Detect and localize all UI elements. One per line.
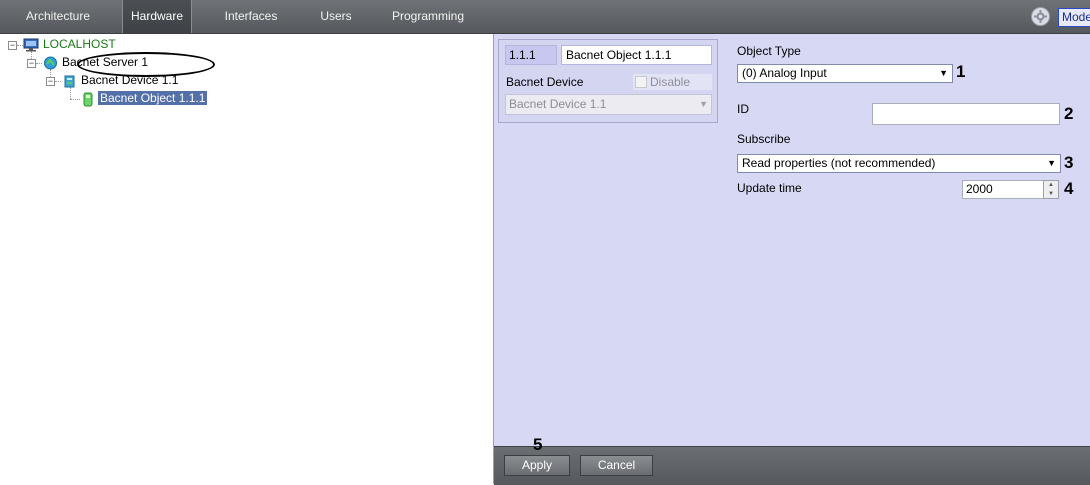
subscribe-label: Subscribe <box>737 132 791 146</box>
update-time-label: Update time <box>737 181 802 195</box>
spin-down-icon[interactable]: ▼ <box>1044 190 1058 198</box>
object-id-field[interactable]: 1.1.1 <box>505 45 557 65</box>
hardware-tree <box>0 34 494 484</box>
subscribe-value: Read properties (not recommended) <box>742 156 936 170</box>
annotation-number-4: 4 <box>1064 179 1074 198</box>
tree-connector <box>70 99 80 100</box>
object-name-field[interactable]: Bacnet Object 1.1.1 <box>561 45 712 65</box>
highlight-oval <box>77 52 215 77</box>
cancel-button[interactable]: Cancel <box>580 455 653 476</box>
bacnet-device-icon <box>62 74 77 92</box>
object-type-select[interactable]: (0) Analog Input ▼ <box>737 64 953 83</box>
dropdown-arrow-icon: ▼ <box>699 99 708 109</box>
disable-label: Disable <box>650 75 691 89</box>
spin-up-icon[interactable]: ▲ <box>1044 181 1058 189</box>
annotation-number-3: 3 <box>1064 153 1074 172</box>
computer-icon <box>23 38 39 55</box>
annotation-number-2: 2 <box>1064 104 1074 123</box>
settings-gear-icon[interactable] <box>1031 7 1050 26</box>
bacnet-server-icon <box>43 56 58 73</box>
bacnet-device-select[interactable]: Bacnet Device 1.1 ▼ <box>505 94 712 115</box>
disable-checkbox[interactable] <box>635 76 647 88</box>
bacnet-device-value: Bacnet Device 1.1 <box>509 97 607 111</box>
object-type-label: Object Type <box>737 44 801 58</box>
update-time-input[interactable]: 2000 <box>962 180 1044 199</box>
id-label: ID <box>737 102 749 116</box>
bacnet-object-icon <box>82 92 94 110</box>
collapse-icon[interactable]: − <box>27 59 36 68</box>
tab-users[interactable]: Users <box>314 0 358 33</box>
collapse-icon[interactable]: − <box>8 41 17 50</box>
mode-button[interactable]: Mode <box>1058 8 1090 27</box>
dropdown-arrow-icon: ▼ <box>939 68 948 78</box>
tab-interfaces[interactable]: Interfaces <box>218 0 284 33</box>
tree-node-localhost[interactable]: LOCALHOST <box>43 37 116 51</box>
top-navigation-bar: Architecture Hardware Interfaces Users P… <box>0 0 1090 34</box>
annotation-number-1: 1 <box>956 62 966 81</box>
dropdown-arrow-icon: ▼ <box>1047 158 1056 168</box>
bacnet-device-label: Bacnet Device <box>506 75 584 89</box>
id-input[interactable] <box>872 103 1060 125</box>
tab-programming[interactable]: Programming <box>390 0 466 33</box>
collapse-icon[interactable]: − <box>46 77 55 86</box>
annotation-number-5: 5 <box>533 435 543 454</box>
update-time-spinner[interactable]: ▲ ▼ <box>1043 180 1059 199</box>
subscribe-select[interactable]: Read properties (not recommended) ▼ <box>737 154 1061 173</box>
tree-connector <box>55 81 61 82</box>
tab-hardware[interactable]: Hardware <box>122 0 192 33</box>
tab-architecture[interactable]: Architecture <box>14 0 102 33</box>
disable-checkbox-group[interactable]: Disable <box>633 74 712 90</box>
object-type-value: (0) Analog Input <box>742 66 827 80</box>
tree-connector <box>36 63 42 64</box>
tree-node-bacnet-object[interactable]: Bacnet Object 1.1.1 <box>98 91 208 105</box>
apply-button[interactable]: Apply <box>504 455 570 476</box>
